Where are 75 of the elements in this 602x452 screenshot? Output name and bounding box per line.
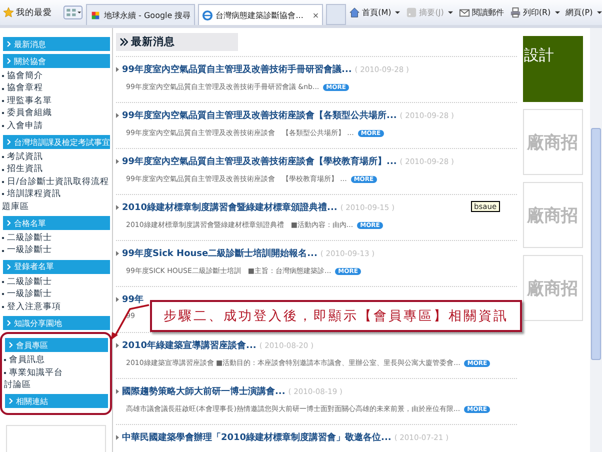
bullet-icon: [116, 297, 119, 302]
dropdown-icon: [596, 10, 602, 14]
sidebar-item[interactable]: 二級診斷士: [0, 232, 112, 244]
callout: 步驟二、成功登入後，即顯示【會員專區】相關資訊: [150, 300, 522, 332]
ad-text: 廠商招: [526, 132, 578, 154]
bullet-icon: [116, 343, 119, 348]
scrollbar-thumb[interactable]: [591, 128, 601, 360]
ad-text: 廠商招: [526, 204, 578, 226]
command-button[interactable]: 首頁(M): [349, 7, 400, 18]
sidebar-item[interactable]: 考試資訊: [0, 151, 112, 164]
news-title[interactable]: 99年度室內空氣品質自主管理及改善技術座談會【各類型公共場所...: [122, 109, 397, 122]
quick-tabs-icon[interactable]: [63, 5, 83, 20]
chevron-icon: [9, 342, 13, 348]
feed-icon: [406, 7, 418, 18]
news-title[interactable]: 中華民國建築學會辦理「2010綠建材標章制度講習會」敬邀各位...: [122, 431, 392, 444]
sidebar-item[interactable]: 一級診斷士: [0, 288, 112, 301]
sidebar-item[interactable]: 日/台診斷士資訊取得流程: [0, 176, 112, 188]
chevron-icon: [7, 41, 11, 47]
sidebar-item[interactable]: 登入注意事項: [0, 300, 112, 314]
close-tab-button[interactable]: ×: [312, 10, 320, 20]
dropdown-icon: [395, 10, 400, 14]
mail-icon: [458, 7, 470, 18]
double-chevron-icon: [120, 38, 128, 46]
home-icon: [349, 7, 360, 18]
command-button[interactable]: 網頁(P): [566, 7, 602, 18]
sidebar-item[interactable]: 題庫區: [0, 200, 112, 214]
bullet-icon: [116, 389, 119, 394]
bullet-icon: [116, 205, 119, 210]
news-title[interactable]: 99年: [122, 293, 144, 306]
sidebar-item[interactable]: 討論區: [2, 378, 110, 392]
sidebar-item[interactable]: 會員訊息: [2, 354, 110, 366]
sidebar-item[interactable]: 專業知識平台: [2, 366, 110, 379]
sidebar-item[interactable]: 二級診斷士: [0, 276, 112, 288]
dropdown-icon: [554, 10, 560, 14]
squares-icon: [90, 10, 101, 20]
command-button[interactable]: 閱讀郵件: [458, 7, 504, 18]
browser-tab[interactable]: 地球永續 - Google 搜尋: [86, 4, 195, 25]
bullet-icon: [116, 113, 119, 118]
sidebar-item[interactable]: 招生資訊: [0, 163, 112, 176]
browser-tab[interactable]: 台灣病態建築診斷協會... ×: [198, 4, 324, 25]
news-title[interactable]: 國際趨勢策略大師大前研一博士演講會...: [122, 385, 286, 398]
bullet-icon: [116, 251, 119, 256]
printer-icon: [510, 7, 521, 18]
sidebar-item[interactable]: 入會申請: [0, 120, 112, 132]
sidebar-item[interactable]: 委員會組織: [0, 107, 112, 120]
bullet-icon: [116, 159, 119, 164]
chevron-icon: [7, 320, 11, 326]
sidebar-item[interactable]: 協會簡介: [0, 70, 112, 82]
news-title[interactable]: 99年度Sick House二級診斷士培訓開始報名...: [122, 247, 318, 260]
news-title[interactable]: 99年度室內空氣品質自主管理及改善技術座談會【學校教育場所】...: [122, 155, 397, 168]
favorites-button[interactable]: 我的最愛: [3, 6, 52, 18]
chevron-icon: [7, 58, 11, 64]
arrow: [110, 303, 150, 341]
new-tab-button[interactable]: [326, 4, 346, 25]
sidebar-item[interactable]: 協會章程: [0, 82, 112, 95]
section-heading: 最新消息: [116, 33, 238, 51]
bullet-icon: [116, 435, 119, 440]
star-icon: [3, 7, 14, 18]
chevron-icon: [9, 398, 13, 404]
banner-text: 設計: [524, 46, 554, 64]
dropdown-icon: [448, 10, 453, 14]
chevron-icon: [7, 139, 11, 146]
sidebar-item[interactable]: 理監事名單: [0, 94, 112, 108]
chevron-icon: [7, 220, 11, 226]
news-title[interactable]: 2010綠建材標章制度講習會暨綠建材標章頒證典禮...: [122, 201, 338, 214]
command-button[interactable]: 列印(R): [510, 7, 560, 18]
bullet-icon: [116, 67, 119, 72]
news-title[interactable]: 99年度室內空氣品質自主管理及改善技術手冊研習會議...: [122, 63, 352, 76]
sidebar-item[interactable]: 一級診斷士: [0, 244, 112, 257]
browser-logo-icon: [202, 10, 213, 20]
chevron-icon: [7, 264, 11, 270]
ad-text: 廠商招: [526, 278, 578, 300]
sidebar-item[interactable]: 培訓課程資訊: [0, 188, 112, 201]
news-title[interactable]: 2010年綠建築宣導講習座談會...: [122, 339, 256, 352]
scrollbar[interactable]: [590, 28, 602, 452]
